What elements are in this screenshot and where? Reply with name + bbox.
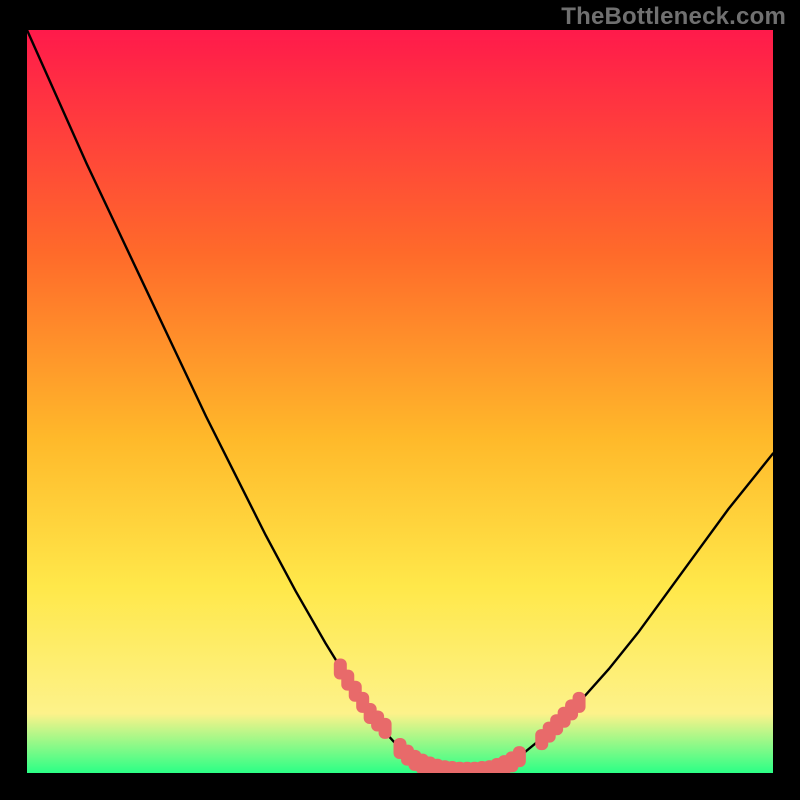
marker-dot	[573, 692, 586, 713]
bottleneck-chart	[27, 30, 773, 773]
chart-frame: TheBottleneck.com	[0, 0, 800, 800]
attribution-text: TheBottleneck.com	[561, 3, 786, 31]
marker-dot	[513, 746, 526, 767]
marker-dot	[379, 718, 392, 739]
gradient-bg	[27, 30, 773, 773]
